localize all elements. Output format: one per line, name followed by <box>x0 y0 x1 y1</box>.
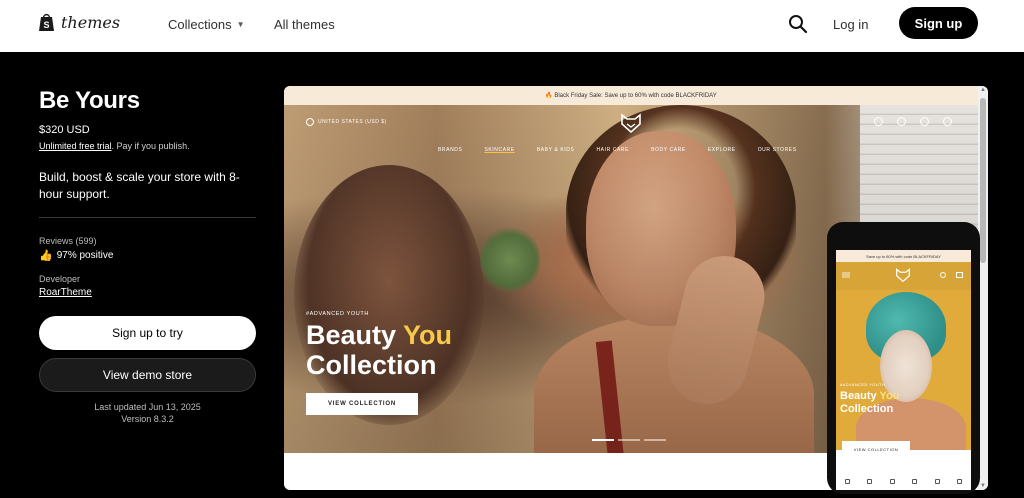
menu-list-icon[interactable] <box>867 478 873 484</box>
chevron-down-icon: ▼ <box>236 20 245 29</box>
shopify-bag-icon: S <box>39 13 54 31</box>
phone-title-a: Beauty <box>840 390 880 402</box>
reviews-label[interactable]: Reviews (599) <box>39 236 97 246</box>
store-header-icons <box>874 117 952 126</box>
hero-title-a: Beauty <box>306 320 404 350</box>
login-link[interactable]: Log in <box>833 17 868 32</box>
trial-link[interactable]: Unlimited free trial <box>39 141 112 151</box>
locale-label: UNITED STATES (USD $) <box>318 119 387 125</box>
developer-link[interactable]: RoarTheme <box>39 287 92 298</box>
phone-title-highlight: You <box>879 390 900 402</box>
phone-hero-kicker: #ADVANCED YOUTH <box>840 382 886 387</box>
phone-screen: Save up to 60% with code BLACKFRIDAY #AD… <box>836 250 971 490</box>
slider-dot[interactable] <box>618 439 640 441</box>
thumbs-up-icon: 👍 <box>39 250 53 262</box>
scroll-up-icon[interactable]: ▲ <box>979 87 987 93</box>
store-cart-icon[interactable] <box>943 117 952 126</box>
grid-icon[interactable] <box>912 478 918 484</box>
trial-suffix: . Pay if you publish. <box>111 141 190 151</box>
shopify-themes-logo[interactable]: S themes <box>38 12 120 32</box>
store-tag-icon[interactable] <box>897 117 906 126</box>
reviews-positive: 97% positive <box>56 250 114 261</box>
account-icon[interactable] <box>957 478 963 484</box>
globe-icon <box>306 118 314 126</box>
store-nav-item[interactable]: SKINCARE <box>484 147 514 153</box>
bottom-search-icon[interactable] <box>889 478 895 484</box>
menu-icon[interactable] <box>842 272 850 278</box>
slider-dot[interactable] <box>592 439 614 441</box>
view-collection-button[interactable]: VIEW COLLECTION <box>306 393 418 415</box>
store-nav-item[interactable]: EXPLORE <box>708 147 736 153</box>
mobile-preview[interactable]: Save up to 60% with code BLACKFRIDAY #AD… <box>827 222 980 494</box>
version: Version 8.3.2 <box>121 414 174 424</box>
phone-view-collection-button[interactable]: VIEW COLLECTION <box>842 441 910 457</box>
brand-text: themes <box>61 12 121 32</box>
last-updated: Last updated Jun 13, 2025 <box>94 402 201 412</box>
scrollbar-thumb[interactable] <box>980 98 986 263</box>
phone-bottom-bar <box>836 472 971 490</box>
theme-title: Be Yours <box>39 87 140 114</box>
phone-hero: #ADVANCED YOUTH Beauty You Collection <box>836 290 971 450</box>
all-themes-link[interactable]: All themes <box>274 17 335 32</box>
announcement-bar: 🔥 Black Friday Sale: Save up to 60% with… <box>284 86 978 105</box>
scroll-down-icon[interactable]: ▼ <box>979 483 987 489</box>
phone-hero-title: Beauty You Collection <box>840 390 900 416</box>
phone-title-line2: Collection <box>840 403 894 415</box>
locale-selector[interactable]: UNITED STATES (USD $) <box>306 118 387 126</box>
store-nav: BRANDS SKINCARE BABY & KIDS HAIR CARE BO… <box>438 147 797 153</box>
theme-tagline: Build, boost & scale your store with 8-h… <box>39 170 240 201</box>
hero-title-highlight: You <box>403 320 453 350</box>
collections-label: Collections <box>168 17 232 32</box>
store-nav-item[interactable]: HAIR CARE <box>596 147 629 153</box>
bottom-cart-icon[interactable] <box>934 478 940 484</box>
svg-text:S: S <box>44 20 50 30</box>
signup-to-try-button[interactable]: Sign up to try <box>39 316 256 350</box>
slider-dots <box>592 439 666 441</box>
store-nav-item[interactable]: BABY & KIDS <box>537 147 575 153</box>
hero-kicker: #ADVANCED YOUTH <box>306 311 369 317</box>
view-demo-store-button[interactable]: View demo store <box>39 358 256 392</box>
divider <box>39 217 256 218</box>
store-search-icon[interactable] <box>874 117 883 126</box>
developer-label: Developer <box>39 274 81 284</box>
phone-search-icon[interactable] <box>940 272 946 278</box>
home-icon[interactable] <box>844 478 850 484</box>
collections-menu[interactable]: Collections ▼ <box>168 17 245 32</box>
trial-info: Unlimited free trial. Pay if you publish… <box>39 141 190 151</box>
hero-title-line2: Collection <box>306 350 437 380</box>
store-logo-icon[interactable] <box>620 113 642 133</box>
update-info: Last updated Jun 13, 2025 Version 8.3.2 <box>39 401 256 425</box>
store-account-icon[interactable] <box>920 117 929 126</box>
store-nav-item[interactable]: OUR STORES <box>758 147 797 153</box>
hero-title: Beauty You Collection <box>306 320 452 380</box>
slider-dot[interactable] <box>644 439 666 441</box>
signup-button[interactable]: Sign up <box>899 7 978 39</box>
phone-header <box>836 262 971 290</box>
reviews-value: 👍 97% positive <box>39 249 113 262</box>
phone-store-logo-icon[interactable] <box>895 268 911 282</box>
search-icon[interactable] <box>788 14 808 34</box>
phone-announcement-bar: Save up to 60% with code BLACKFRIDAY <box>836 250 971 262</box>
top-navigation: S themes Collections ▼ All themes Log in… <box>0 0 1024 52</box>
store-nav-item[interactable]: BODY CARE <box>651 147 686 153</box>
theme-price: $320 USD <box>39 124 90 136</box>
phone-cart-icon[interactable] <box>956 272 963 278</box>
store-nav-item[interactable]: BRANDS <box>438 147 462 153</box>
